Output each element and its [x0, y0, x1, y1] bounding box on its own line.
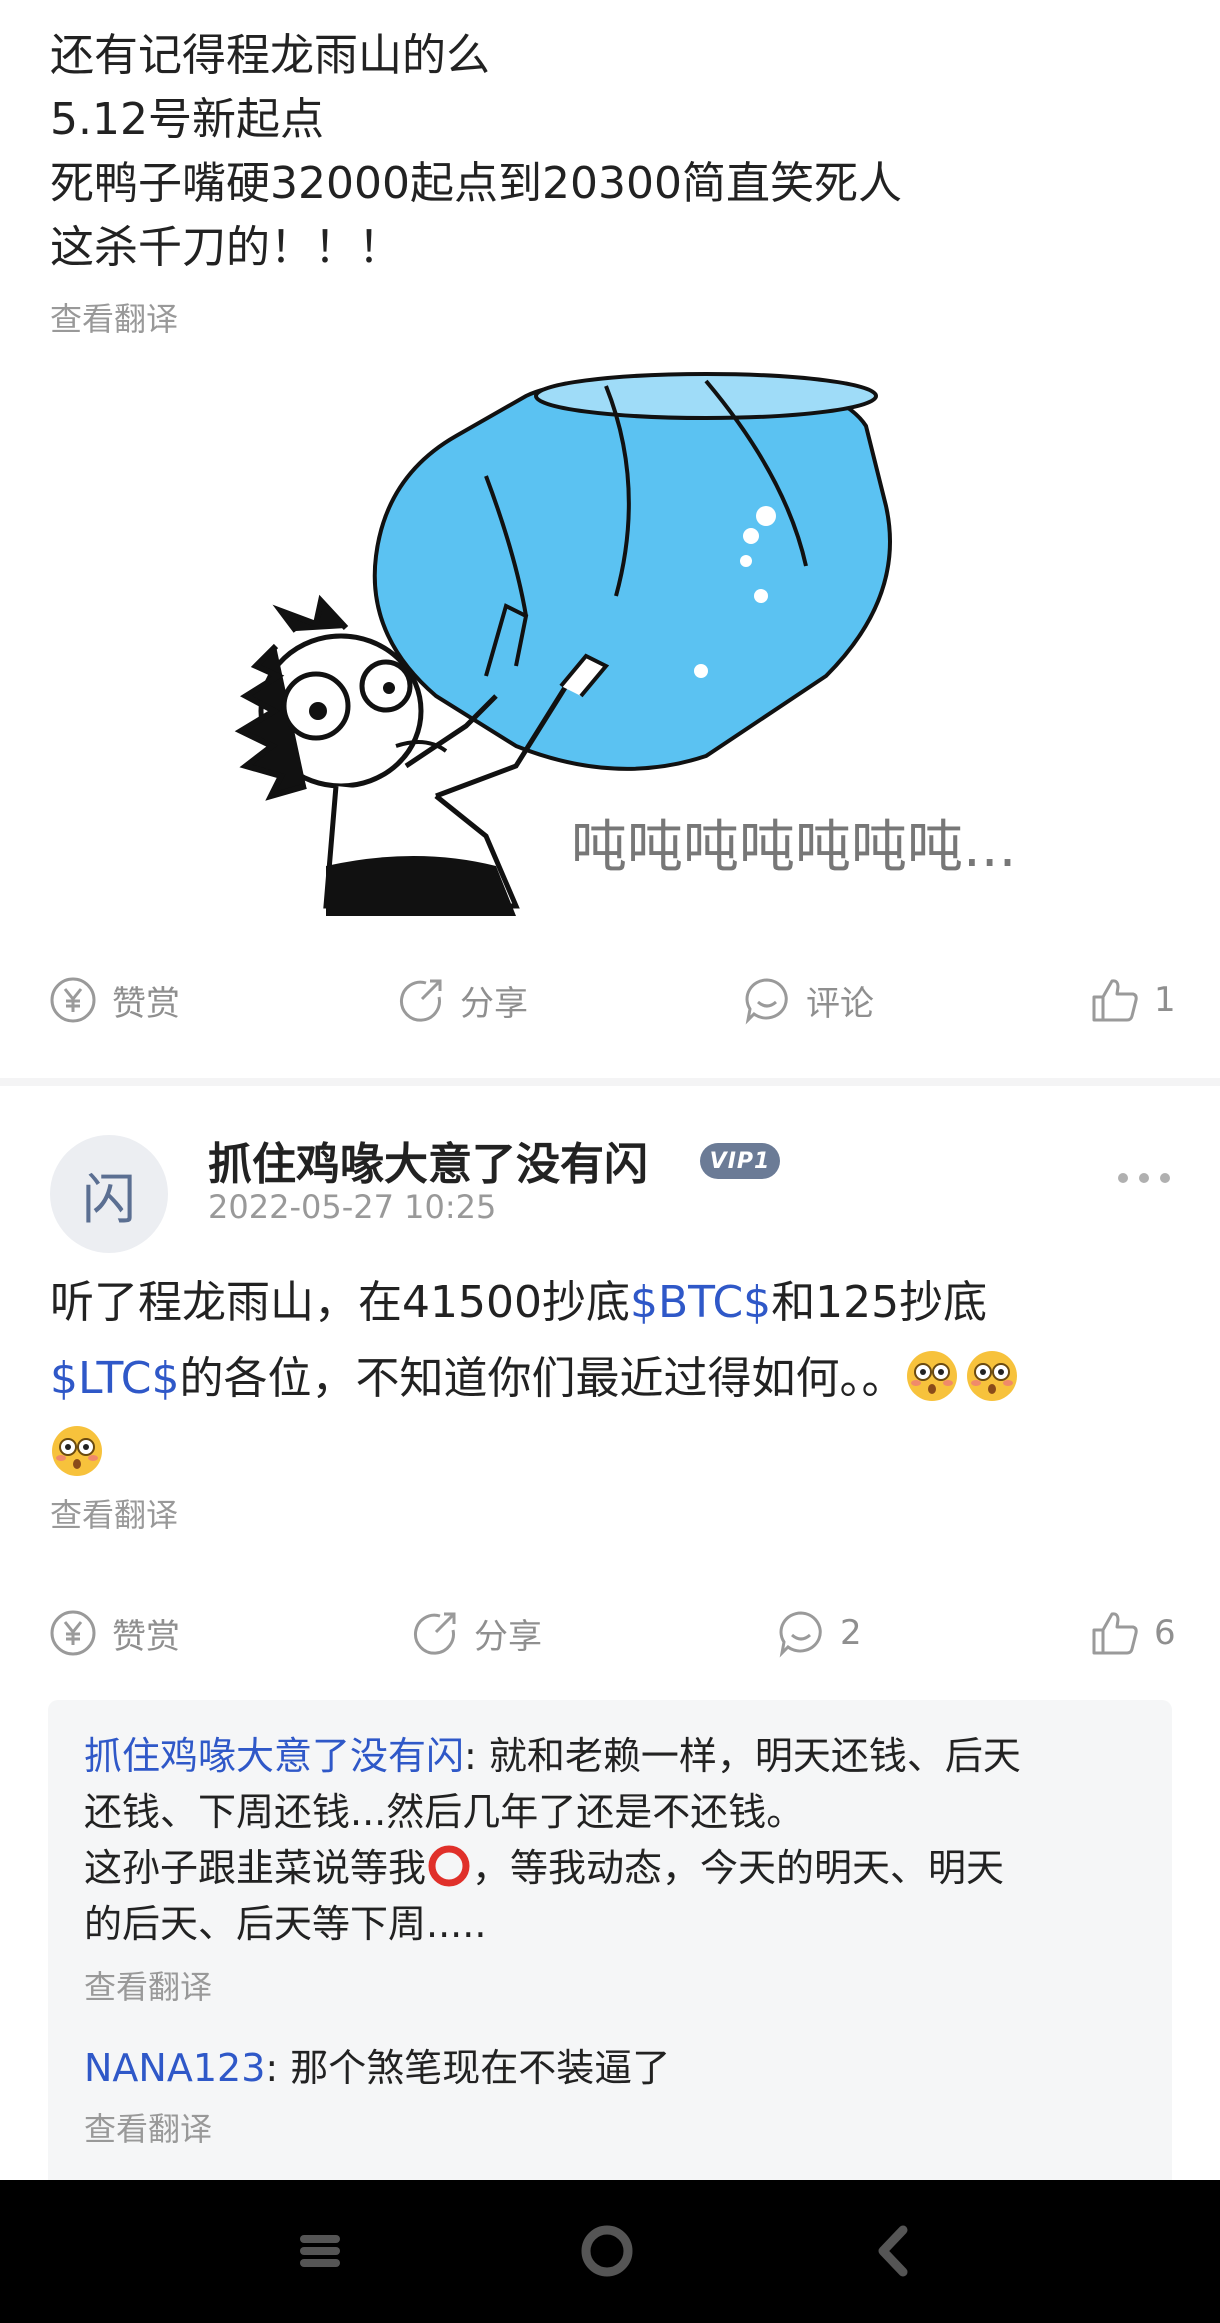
share-button[interactable]: 分享 [410, 1598, 542, 1668]
comment-text: 的后天、后天等下周..... [84, 1902, 487, 1946]
comment-button[interactable]: 评论 [742, 965, 874, 1035]
reward-button[interactable]: 赞赏 [48, 965, 180, 1035]
system-navigation-bar [0, 2180, 1220, 2323]
flushed-emoji-icon [52, 1426, 102, 1476]
meme-caption: 吨吨吨吨吨吨吨... [571, 815, 1016, 880]
reward-button[interactable]: 赞赏 [48, 1598, 180, 1668]
share-button[interactable]: 分享 [396, 965, 528, 1035]
flushed-emoji-icon [967, 1351, 1018, 1401]
like-count: 1 [1154, 980, 1176, 1020]
post-1-line: 这杀千刀的！！！ [50, 222, 402, 273]
comment-text: 还钱、下周还钱...然后几年了还是不还钱。 [84, 1790, 805, 1834]
share-arrow-icon [399, 979, 442, 1022]
ticker-tag-ltc[interactable]: $LTC$ [50, 1353, 179, 1404]
translate-link[interactable]: 查看翻译 [50, 1490, 178, 1536]
flushed-emoji-icon [907, 1351, 958, 1401]
comment-button[interactable]: 2 [776, 1598, 862, 1668]
comment-text: ，等我动态，今天的明天、明天 [472, 1846, 1005, 1890]
post-1-action-bar: 赞赏 分享 评论 1 [0, 965, 1220, 1035]
share-arrow-icon [413, 1612, 456, 1655]
share-label: 分享 [460, 983, 528, 1024]
red-circle-emoji-icon [428, 1845, 470, 1887]
translate-link[interactable]: 查看翻译 [50, 294, 178, 340]
post-2-text: 听了程龙雨山，在41500抄底$BTC$和125抄底 $LTC$的各位，不知道你… [50, 1272, 1180, 1492]
comment-item[interactable]: 抓住鸡喙大意了没有闪: 就和老赖一样，明天还钱、后天 [84, 1728, 1021, 1784]
comment-bubble-icon [745, 978, 788, 1025]
post-1-line: 死鸭子嘴硬32000起点到20300简直笑死人 [50, 158, 902, 209]
thumbs-up-icon [1092, 1612, 1138, 1655]
post-2-action-bar: 赞赏 分享 2 6 [0, 1598, 1220, 1668]
post-card-1: 还有记得程龙雨山的么 5.12号新起点 死鸭子嘴硬32000起点到20300简直… [0, 0, 1220, 1078]
post-1-line: 5.12号新起点 [50, 94, 324, 145]
thumbs-up-icon [1092, 979, 1138, 1022]
comment-label: 评论 [806, 983, 874, 1024]
translate-link[interactable]: 查看翻译 [84, 1962, 212, 2008]
ticker-tag-btc[interactable]: $BTC$ [630, 1277, 771, 1328]
comment-text: : 那个煞笔现在不装逼了 [265, 2046, 671, 2090]
like-button[interactable]: 1 [1090, 965, 1176, 1035]
post-text-segment: 和125抄底 [771, 1277, 988, 1328]
reward-label: 赞赏 [112, 983, 180, 1024]
share-label: 分享 [474, 1616, 542, 1657]
comment-author[interactable]: 抓住鸡喙大意了没有闪 [84, 1734, 464, 1778]
comment-author[interactable]: NANA123 [84, 2046, 265, 2090]
more-dots-icon[interactable] [1118, 1160, 1170, 1196]
vip-badge: VIP1 [700, 1143, 780, 1179]
menu-icon[interactable] [280, 2220, 360, 2282]
like-count: 6 [1154, 1613, 1176, 1653]
comment-bubble-icon [779, 1611, 822, 1658]
post-author-name[interactable]: 抓住鸡喙大意了没有闪 [208, 1128, 648, 1192]
post-timestamp: 2022-05-27 10:25 [208, 1188, 497, 1226]
comment-text-line: 这孙子跟韭菜说等我 ，等我动态，今天的明天、明天 [84, 1840, 1004, 1896]
home-circle-icon[interactable] [567, 2220, 647, 2282]
post-1-line: 还有记得程龙雨山的么 [50, 30, 490, 81]
reward-label: 赞赏 [112, 1616, 180, 1657]
comment-item[interactable]: NANA123: 那个煞笔现在不装逼了 [84, 2040, 670, 2096]
post-divider [0, 1078, 1220, 1086]
post-text-segment: 听了程龙雨山，在41500抄底 [50, 1277, 630, 1328]
comments-panel: 抓住鸡喙大意了没有闪: 就和老赖一样，明天还钱、后天 还钱、下周还钱...然后几… [48, 1700, 1172, 2180]
post-1-text: 还有记得程龙雨山的么 5.12号新起点 死鸭子嘴硬32000起点到20300简直… [50, 24, 902, 280]
comment-text: 这孙子跟韭菜说等我 [84, 1846, 427, 1890]
comment-count: 2 [840, 1613, 862, 1653]
translate-link[interactable]: 查看翻译 [84, 2104, 212, 2150]
yen-circle-icon [50, 977, 96, 1023]
comment-text: : 就和老赖一样，明天还钱、后天 [464, 1734, 1021, 1778]
meme-image[interactable]: 吨吨吨吨吨吨吨... [186, 366, 1116, 916]
like-button[interactable]: 6 [1090, 1598, 1176, 1668]
back-icon[interactable] [853, 2220, 933, 2282]
yen-circle-icon [50, 1610, 96, 1656]
post-text-segment: 的各位，不知道你们最近过得如何。。 [179, 1353, 906, 1404]
avatar[interactable]: 闪 [50, 1135, 168, 1253]
